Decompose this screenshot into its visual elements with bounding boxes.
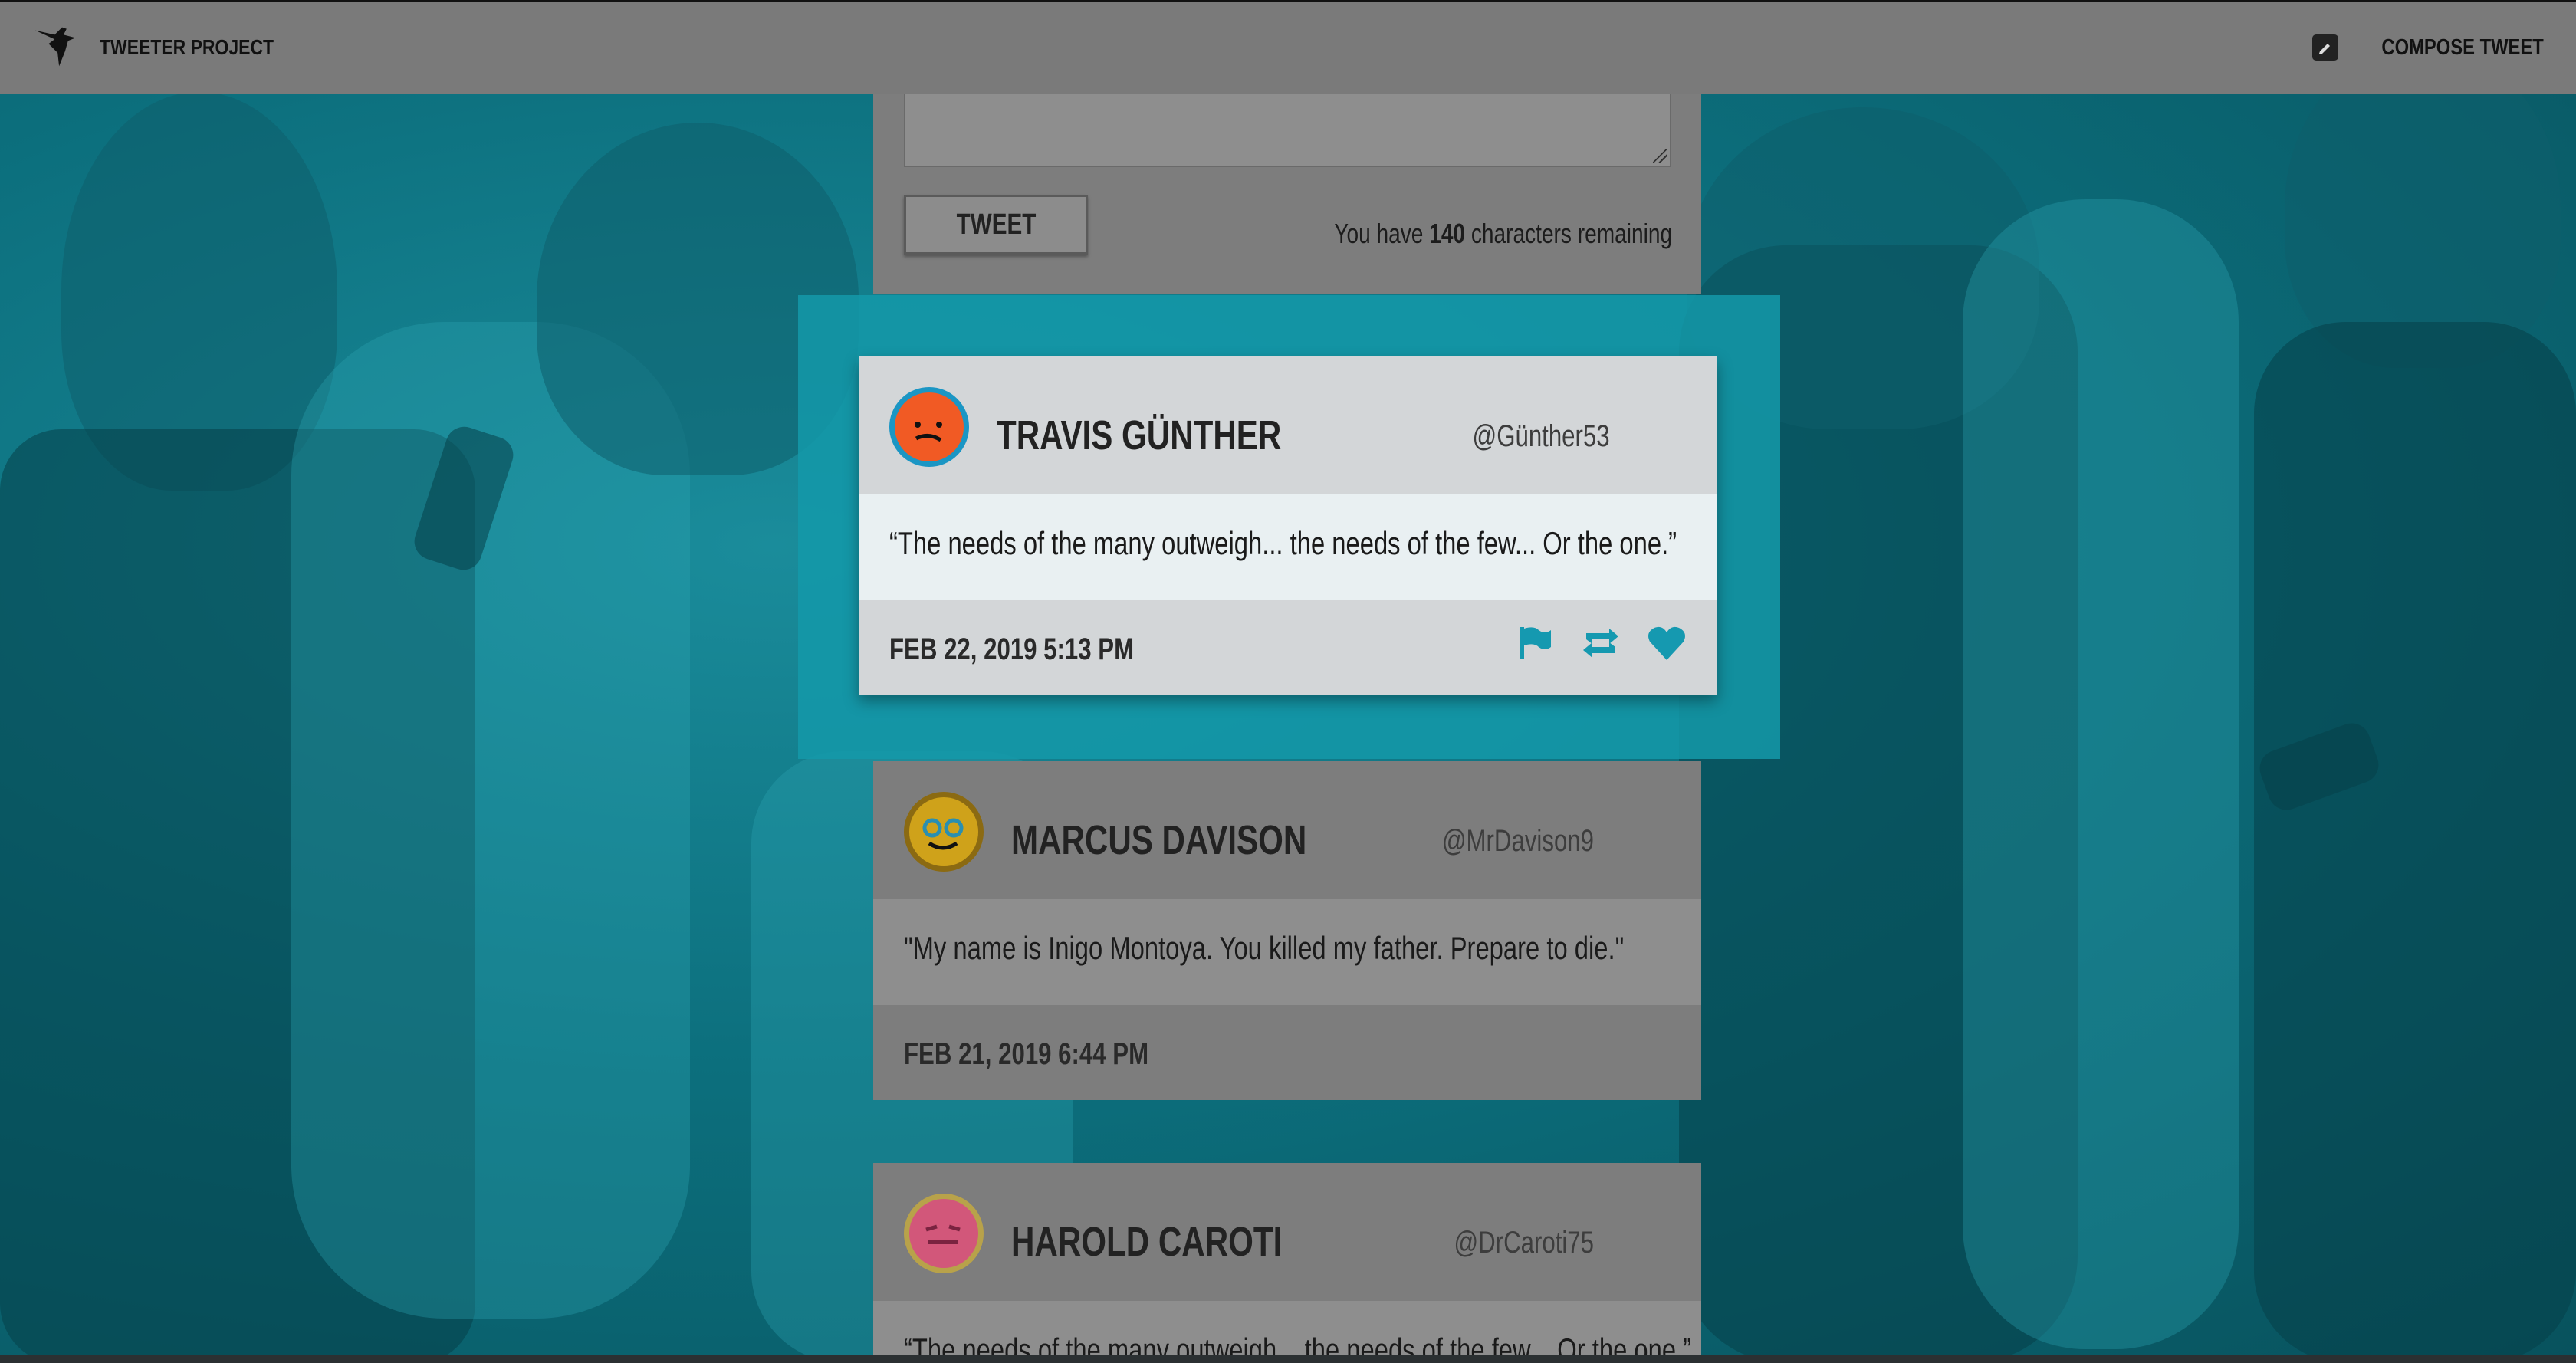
heart-icon[interactable] <box>1645 622 1688 665</box>
tweet-text: “The needs of the many outweigh... the n… <box>889 525 1677 561</box>
user-handle: @DrCaroti75 <box>1454 1226 1594 1260</box>
tweet-textarea[interactable] <box>904 94 1671 167</box>
tweet-card[interactable]: TRAVIS GÜNTHER @Günther53 “The needs of … <box>859 356 1717 695</box>
avatar <box>904 1194 984 1273</box>
compose-tweet-button[interactable]: COMPOSE TWEET <box>2312 34 2544 61</box>
tweet-body: "My name is Inigo Montoya. You killed my… <box>873 899 1701 1005</box>
character-counter: You have 140 characters remaining <box>1334 218 1672 249</box>
user-handle: @MrDavison9 <box>1441 824 1594 858</box>
new-tweet-panel: TWEET You have 140 characters remaining <box>873 94 1701 294</box>
tweet-footer: FEB 21, 2019 6:44 PM <box>873 1005 1701 1100</box>
tweet-actions <box>1513 622 1688 665</box>
user-name: MARCUS DAVISON <box>1011 817 1307 863</box>
tweet-card[interactable]: HAROLD CAROTI @DrCaroti75 “The needs of … <box>873 1163 1701 1363</box>
tweet-header: MARCUS DAVISON @MrDavison9 <box>873 761 1701 899</box>
tweet-date: FEB 22, 2019 5:13 PM <box>889 632 1135 666</box>
tweet-date: FEB 21, 2019 6:44 PM <box>904 1037 1149 1071</box>
flag-icon[interactable] <box>1513 622 1556 665</box>
resize-handle[interactable] <box>1653 149 1667 163</box>
brand[interactable]: TWEETER PROJECT <box>32 21 312 74</box>
edit-icon <box>2312 34 2339 61</box>
tweet-footer: FEB 22, 2019 5:13 PM <box>859 600 1717 695</box>
top-navbar: TWEETER PROJECT COMPOSE TWEET <box>0 0 2576 94</box>
user-handle: @Günther53 <box>1472 419 1610 453</box>
tweet-text: "My name is Inigo Montoya. You killed my… <box>904 930 1625 966</box>
tweet-card[interactable]: MARCUS DAVISON @MrDavison9 "My name is I… <box>873 761 1701 1100</box>
brand-label: TWEETER PROJECT <box>100 35 274 59</box>
hummingbird-icon <box>34 27 76 67</box>
window-bottom-edge <box>0 1355 2576 1363</box>
retweet-icon[interactable] <box>1579 622 1622 665</box>
compose-tweet-label: COMPOSE TWEET <box>2381 34 2544 60</box>
tweet-submit-button[interactable]: TWEET <box>904 195 1088 255</box>
tweet-header: TRAVIS GÜNTHER @Günther53 <box>859 356 1717 494</box>
tweet-body: “The needs of the many outweigh... the n… <box>873 1301 1701 1363</box>
tweet-body: “The needs of the many outweigh... the n… <box>859 494 1717 600</box>
user-name: TRAVIS GÜNTHER <box>997 412 1282 458</box>
user-name: HAROLD CAROTI <box>1011 1219 1283 1265</box>
avatar <box>889 387 969 467</box>
avatar <box>904 792 984 872</box>
tweet-header: HAROLD CAROTI @DrCaroti75 <box>873 1163 1701 1301</box>
